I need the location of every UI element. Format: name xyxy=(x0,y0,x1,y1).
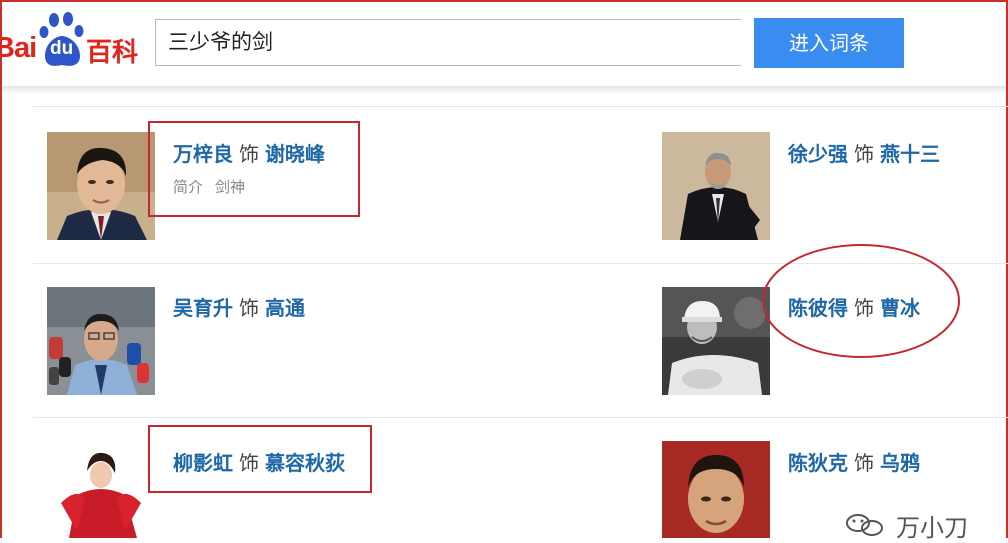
wechat-icon xyxy=(846,514,883,536)
annotation-circle xyxy=(762,244,960,358)
plays-label: 饰 xyxy=(854,451,874,475)
annotation-box xyxy=(148,425,372,493)
logo-du-text: du xyxy=(50,38,74,59)
role-link[interactable]: 燕十三 xyxy=(880,142,940,166)
enter-entry-button[interactable]: 进入词条 xyxy=(754,18,904,68)
plays-label: 饰 xyxy=(854,142,874,166)
actor-photo[interactable] xyxy=(662,441,770,538)
actor-photo[interactable] xyxy=(662,132,770,240)
actor-photo[interactable] xyxy=(662,287,770,395)
cast-name-line: 吴育升饰高通 xyxy=(173,292,305,321)
divider xyxy=(33,106,1008,107)
baidu-baike-logo[interactable]: Bai du 百科 xyxy=(0,10,145,70)
actor-link[interactable]: 徐少强 xyxy=(788,142,848,166)
portrait-image xyxy=(662,132,770,240)
actor-photo[interactable] xyxy=(47,441,155,538)
logo-baike-text: 百科 xyxy=(86,38,139,68)
portrait-image xyxy=(47,441,155,538)
search-input[interactable]: 三少爷的剑 xyxy=(155,19,741,66)
plays-label: 饰 xyxy=(239,296,259,320)
role-link[interactable]: 乌鸦 xyxy=(880,451,920,475)
portrait-image xyxy=(662,441,770,538)
portrait-image xyxy=(662,287,770,395)
role-link[interactable]: 高通 xyxy=(265,296,305,320)
cast-name-line: 徐少强饰燕十三 xyxy=(788,138,940,167)
header: Bai du 百科 三少爷的剑 进入词条 xyxy=(0,0,1008,92)
actor-link[interactable]: 陈狄克 xyxy=(788,451,848,475)
actor-link[interactable]: 吴育升 xyxy=(173,296,233,320)
actor-photo[interactable] xyxy=(47,132,155,240)
portrait-image xyxy=(47,287,155,395)
annotation-box xyxy=(148,121,360,217)
logo-bai-text: Bai xyxy=(0,32,37,64)
actor-photo[interactable] xyxy=(47,287,155,395)
row-divider xyxy=(33,417,1008,418)
portrait-image xyxy=(47,132,155,240)
cast-name-line: 陈狄克饰乌鸦 xyxy=(788,447,920,476)
header-shadow xyxy=(2,86,1006,94)
